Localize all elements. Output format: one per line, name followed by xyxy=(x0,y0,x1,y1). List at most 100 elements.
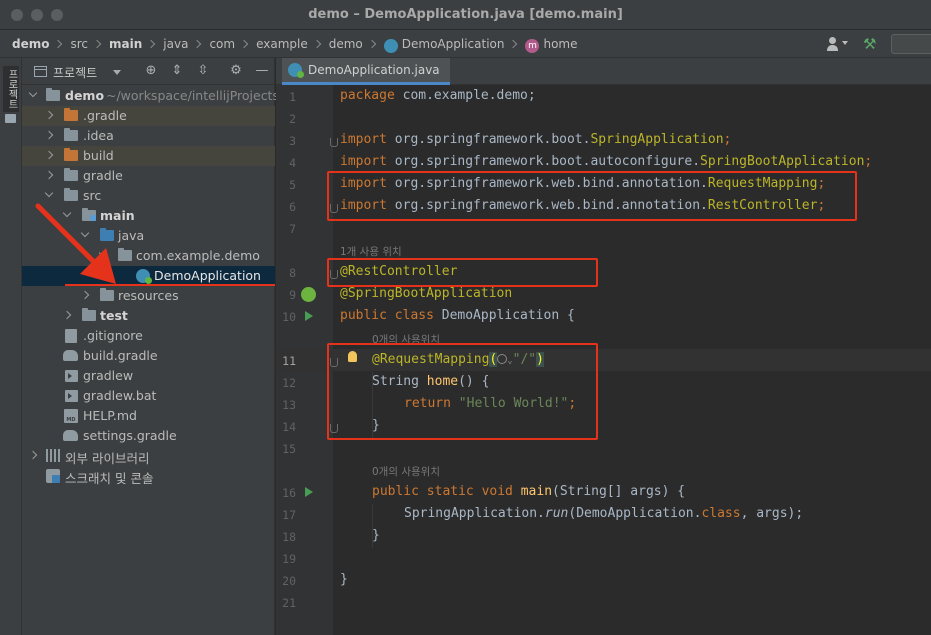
breadcrumb-item[interactable]: java xyxy=(163,37,188,51)
folder-icon xyxy=(64,128,78,141)
file-icon xyxy=(65,329,77,343)
tree-item-gradle-cache[interactable]: .gradle xyxy=(22,106,275,126)
left-tool-strip: 프로젝트 xyxy=(0,58,22,635)
code-line: import org.springframework.boot.SpringAp… xyxy=(340,132,731,147)
line-number: 21 xyxy=(282,596,296,610)
line-number: 13 xyxy=(282,398,296,412)
chevron-right-icon xyxy=(193,39,202,49)
project-tool-window-button[interactable]: 프로젝트 xyxy=(3,66,19,112)
tree-item-label: build xyxy=(83,148,114,163)
chevron-right-icon[interactable] xyxy=(44,150,54,160)
tree-item-build[interactable]: build xyxy=(22,146,275,166)
tree-item-demo[interactable]: demo ~/workspace/intellijProjects/ xyxy=(22,86,283,106)
chevron-down-icon[interactable] xyxy=(44,188,54,198)
tree-item-path: ~/workspace/intellijProjects/ xyxy=(106,88,284,103)
usage-hint[interactable]: 1개 사용 위치 xyxy=(340,244,402,259)
chevron-down-icon[interactable] xyxy=(113,70,121,75)
code-text: , args); xyxy=(740,506,804,521)
folder-icon xyxy=(64,148,78,161)
tree-item-build-gradle[interactable]: build.gradle xyxy=(22,346,275,366)
code-text: org.springframework.boot. xyxy=(386,132,591,147)
scratch-console-icon xyxy=(46,469,60,483)
collapse-all-icon[interactable]: ⇳ xyxy=(195,63,211,79)
method-icon: m xyxy=(525,39,540,53)
chevron-right-icon[interactable] xyxy=(44,110,54,120)
breadcrumb-item[interactable]: example xyxy=(256,37,308,51)
tab-demoapplication-java[interactable]: DemoApplication.java xyxy=(282,58,450,85)
tree-item-label: com.example.demo xyxy=(136,248,260,263)
window-title: demo – DemoApplication.java [demo.main] xyxy=(308,7,623,22)
red-arrow-icon xyxy=(35,203,116,284)
spring-bean-icon[interactable] xyxy=(301,287,316,302)
chevron-right-icon[interactable] xyxy=(44,170,54,180)
title-bar: demo – DemoApplication.java [demo.main] xyxy=(0,0,931,30)
breadcrumb-item[interactable]: com xyxy=(209,37,235,51)
highlight-requestmapping xyxy=(327,343,598,440)
crosshair-icon[interactable]: ⊕ xyxy=(143,63,159,79)
folder-icon xyxy=(82,308,96,321)
run-icon[interactable] xyxy=(305,487,313,497)
code-line: import org.springframework.boot.autoconf… xyxy=(340,154,872,169)
spring-class-icon xyxy=(136,269,152,284)
chevron-right-icon xyxy=(509,39,518,49)
tree-item-test[interactable]: test xyxy=(22,306,275,326)
tree-item-scratches[interactable]: 스크래치 및 콘솔 xyxy=(22,466,275,486)
tree-item-label: .gradle xyxy=(83,108,127,123)
resources-folder-icon xyxy=(100,288,114,301)
tree-item-gradle[interactable]: gradle xyxy=(22,166,275,186)
line-number: 2 xyxy=(289,112,296,126)
tree-item-label: gradlew.bat xyxy=(83,388,157,403)
breadcrumb-item[interactable]: demo xyxy=(329,37,363,51)
code-line: } xyxy=(340,572,348,587)
breadcrumb-item[interactable]: demo xyxy=(12,37,49,51)
chevron-right-icon xyxy=(367,39,377,49)
user-account-icon[interactable] xyxy=(827,36,849,52)
tree-item-label: resources xyxy=(118,288,179,303)
tree-item-label: demo xyxy=(65,88,105,103)
chevron-right-icon[interactable] xyxy=(80,290,90,300)
expand-all-icon[interactable]: ⇕ xyxy=(169,63,185,79)
chevron-right-icon[interactable] xyxy=(44,130,54,140)
tree-item-settings-gradle[interactable]: settings.gradle xyxy=(22,426,275,446)
spring-class-icon xyxy=(288,63,304,78)
breadcrumb-item[interactable]: src xyxy=(70,37,88,51)
tab-label: DemoApplication.java xyxy=(308,63,440,77)
tree-item-gradlew[interactable]: gradlew xyxy=(22,366,275,386)
tree-item-label: gradle xyxy=(83,168,123,183)
tree-item-idea[interactable]: .idea xyxy=(22,126,275,146)
breadcrumb-item[interactable]: main xyxy=(109,37,142,51)
tree-item-label: .gitignore xyxy=(83,328,143,343)
chevron-right-icon[interactable] xyxy=(62,310,72,320)
build-hammer-icon[interactable]: ⚒ xyxy=(863,35,881,53)
chevron-right-icon[interactable] xyxy=(28,450,38,460)
library-icon xyxy=(46,449,60,462)
tree-item-gitignore[interactable]: .gitignore xyxy=(22,326,275,346)
run-configuration-selector[interactable] xyxy=(891,34,931,54)
tree-item-label: 스크래치 및 콘솔 xyxy=(65,471,154,486)
fold-marker-icon[interactable] xyxy=(330,138,338,147)
method-name: main xyxy=(512,484,553,499)
minimize-icon[interactable]: — xyxy=(254,63,270,79)
project-view-icon xyxy=(34,66,47,77)
chevron-right-icon xyxy=(312,39,321,49)
project-panel-title[interactable]: 프로젝트 xyxy=(53,64,97,81)
code-class: SpringBootApplication xyxy=(700,154,865,169)
tree-item-gradlew-bat[interactable]: gradlew.bat xyxy=(22,386,275,406)
code-line: public class DemoApplication { xyxy=(340,308,575,323)
markdown-file-icon: MD xyxy=(64,409,78,423)
line-number: 17 xyxy=(282,508,296,522)
gradle-elephant-icon xyxy=(63,430,78,441)
line-number: 20 xyxy=(282,574,296,588)
line-number: 14 xyxy=(282,420,296,434)
tree-item-external-libraries[interactable]: 외부 라이브러리 xyxy=(22,446,275,466)
chevron-down-icon[interactable] xyxy=(28,88,38,98)
line-number: 1 xyxy=(289,90,296,104)
usage-hint[interactable]: 0개의 사용위치 xyxy=(372,464,440,479)
breadcrumb-item[interactable]: home xyxy=(543,37,577,51)
line-number: 11 xyxy=(282,354,296,368)
tree-item-help-md[interactable]: MD HELP.md xyxy=(22,406,275,426)
code-text: DemoApplication { xyxy=(433,308,575,323)
run-icon[interactable] xyxy=(305,311,313,321)
gear-icon[interactable]: ⚙ xyxy=(228,63,244,79)
breadcrumb-item[interactable]: DemoApplication xyxy=(402,37,505,51)
